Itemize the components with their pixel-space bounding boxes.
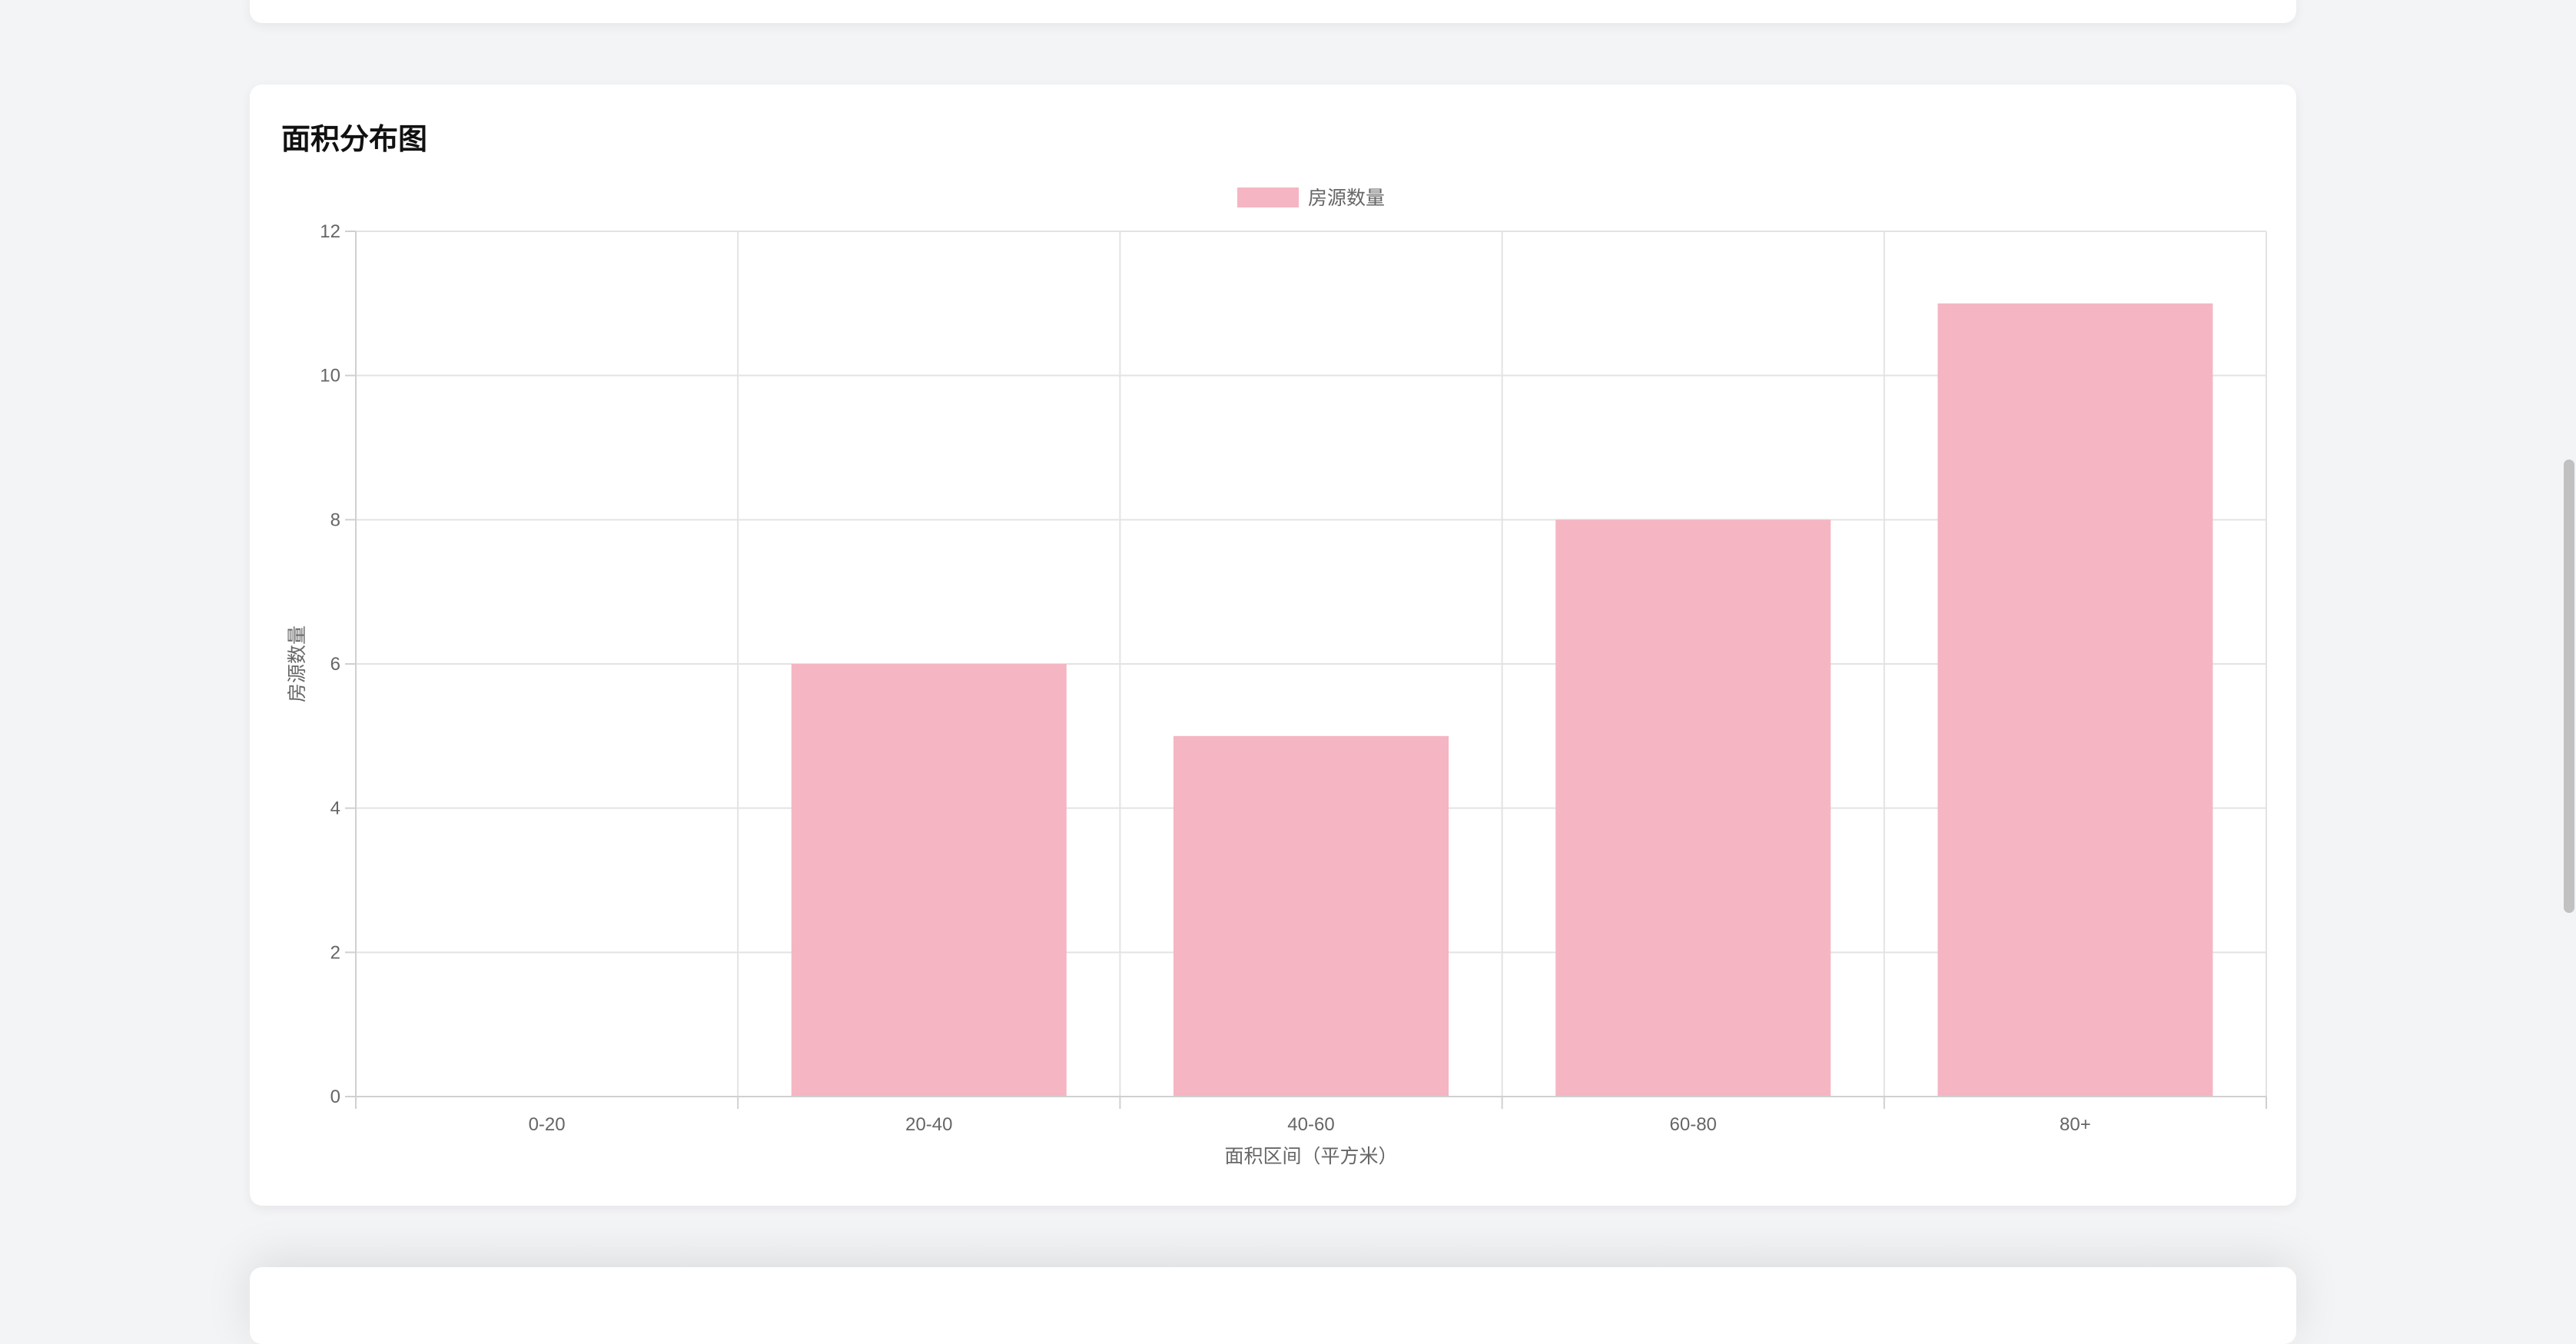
y-tick-label: 4 bbox=[330, 798, 340, 819]
y-tick-label: 6 bbox=[330, 654, 340, 675]
bar-20-40 bbox=[791, 664, 1067, 1097]
x-tick-label: 60-80 bbox=[1670, 1114, 1717, 1135]
y-tick-label: 12 bbox=[320, 221, 340, 242]
legend[interactable]: 房源数量 bbox=[1237, 187, 1385, 209]
scrollbar[interactable] bbox=[2553, 0, 2576, 1303]
next-card bbox=[250, 1267, 2296, 1344]
scrollbar-thumb[interactable] bbox=[2564, 460, 2574, 913]
legend-label: 房源数量 bbox=[1308, 187, 1385, 209]
bar-80+ bbox=[1937, 303, 2213, 1097]
x-tick-label: 80+ bbox=[2060, 1114, 2091, 1135]
y-tick-label: 8 bbox=[330, 509, 340, 530]
bar-60-80 bbox=[1555, 519, 1831, 1097]
y-axis-title: 房源数量 bbox=[287, 626, 308, 702]
x-axis-title: 面积区间（平方米） bbox=[1224, 1146, 1397, 1167]
bar-40-60 bbox=[1173, 735, 1449, 1097]
area-distribution-chart: 0 2 4 6 8 10 12 0-20 20-40 40-60 60-80 80+ 面积区间（平方米）… bbox=[287, 187, 2267, 1167]
x-tick-label: 0-20 bbox=[529, 1114, 566, 1135]
previous-card bbox=[250, 0, 2296, 23]
x-tick-label: 20-40 bbox=[905, 1114, 952, 1135]
area-distribution-card: 面积分布图 0 2 4 6 8 10 12 0-20 20-40 40-60 60-80 80+ 面积区… bbox=[250, 85, 2296, 1206]
legend-swatch bbox=[1237, 187, 1299, 207]
y-tick-label: 2 bbox=[330, 942, 340, 963]
x-tick-label: 40-60 bbox=[1287, 1114, 1334, 1135]
y-tick-label: 0 bbox=[330, 1087, 340, 1107]
y-tick-label: 10 bbox=[320, 366, 340, 387]
